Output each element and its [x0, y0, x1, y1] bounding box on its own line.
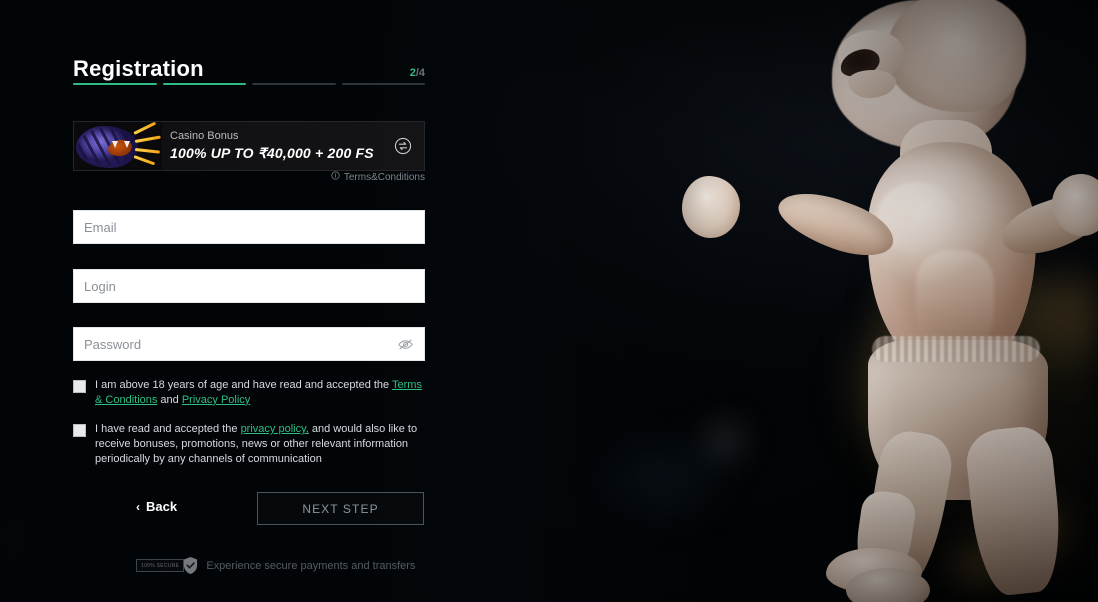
- consent-row-marketing[interactable]: I have read and accepted the privacy pol…: [73, 422, 425, 467]
- consent-age-text: I am above 18 years of age and have read…: [95, 378, 425, 408]
- terms-conditions-label[interactable]: Terms&Conditions: [344, 172, 425, 183]
- consent-age-part-3: and: [157, 393, 182, 406]
- progress-segment-1: [73, 83, 157, 85]
- back-button[interactable]: ‹ Back: [136, 499, 177, 514]
- checkbox-marketing[interactable]: [73, 424, 86, 437]
- bonus-text: Casino Bonus 100% UP TO ₹40,000 + 200 FS: [162, 129, 382, 162]
- info-icon: [331, 171, 340, 183]
- purple-tiger-icon: [74, 122, 162, 170]
- email-input[interactable]: [84, 219, 414, 235]
- bonus-label: Casino Bonus: [170, 130, 239, 143]
- privacy-policy-link[interactable]: Privacy Policy: [182, 394, 250, 406]
- progress-bar: [73, 83, 425, 85]
- bonus-banner[interactable]: Casino Bonus 100% UP TO ₹40,000 + 200 FS: [73, 121, 425, 171]
- eye-off-icon[interactable]: [396, 335, 414, 353]
- consent-age-part-1: I am above 18 years of age and have read…: [95, 379, 393, 391]
- next-step-button[interactable]: NEXT STEP: [257, 492, 424, 525]
- progress-segment-2: [162, 83, 246, 85]
- chevron-left-icon: ‹: [136, 499, 140, 514]
- consent-marketing-text: I have read and accepted the privacy pol…: [95, 422, 425, 467]
- step-indicator: 2/4: [410, 67, 425, 79]
- swap-circle-icon[interactable]: [382, 137, 424, 155]
- secure-footer: 100% SECURE Experience secure payments a…: [136, 556, 415, 575]
- bonus-offer: 100% UP TO ₹40,000 + 200 FS: [170, 144, 374, 161]
- password-input[interactable]: [84, 336, 396, 352]
- security-badge: 100% SECURE: [136, 556, 199, 575]
- progress-segment-4: [341, 83, 425, 85]
- step-total: /4: [415, 67, 425, 79]
- secure-footer-text: Experience secure payments and transfers: [206, 559, 416, 572]
- consent-row-age[interactable]: I am above 18 years of age and have read…: [73, 378, 425, 408]
- email-field[interactable]: [73, 210, 425, 244]
- password-field[interactable]: [73, 327, 425, 361]
- security-badge-label: 100% SECURE: [136, 559, 185, 572]
- privacy-policy-link-2[interactable]: privacy policy,: [241, 423, 309, 435]
- checkbox-age-terms[interactable]: [73, 380, 86, 393]
- header: Registration 2/4: [73, 56, 425, 82]
- login-input[interactable]: [84, 278, 414, 294]
- terms-conditions-row[interactable]: Terms&Conditions: [73, 171, 425, 183]
- consent-marketing-part-1: I have read and accepted the: [95, 423, 241, 435]
- progress-segment-3: [252, 83, 336, 85]
- registration-panel: Registration 2/4 Casino Bonus 100% UP TO…: [0, 0, 500, 602]
- registration-screen: Registration 2/4 Casino Bonus 100% UP TO…: [0, 0, 1098, 602]
- page-title: Registration: [73, 56, 204, 81]
- login-field[interactable]: [73, 269, 425, 303]
- back-button-label: Back: [146, 499, 178, 514]
- shield-check-icon: [182, 556, 199, 575]
